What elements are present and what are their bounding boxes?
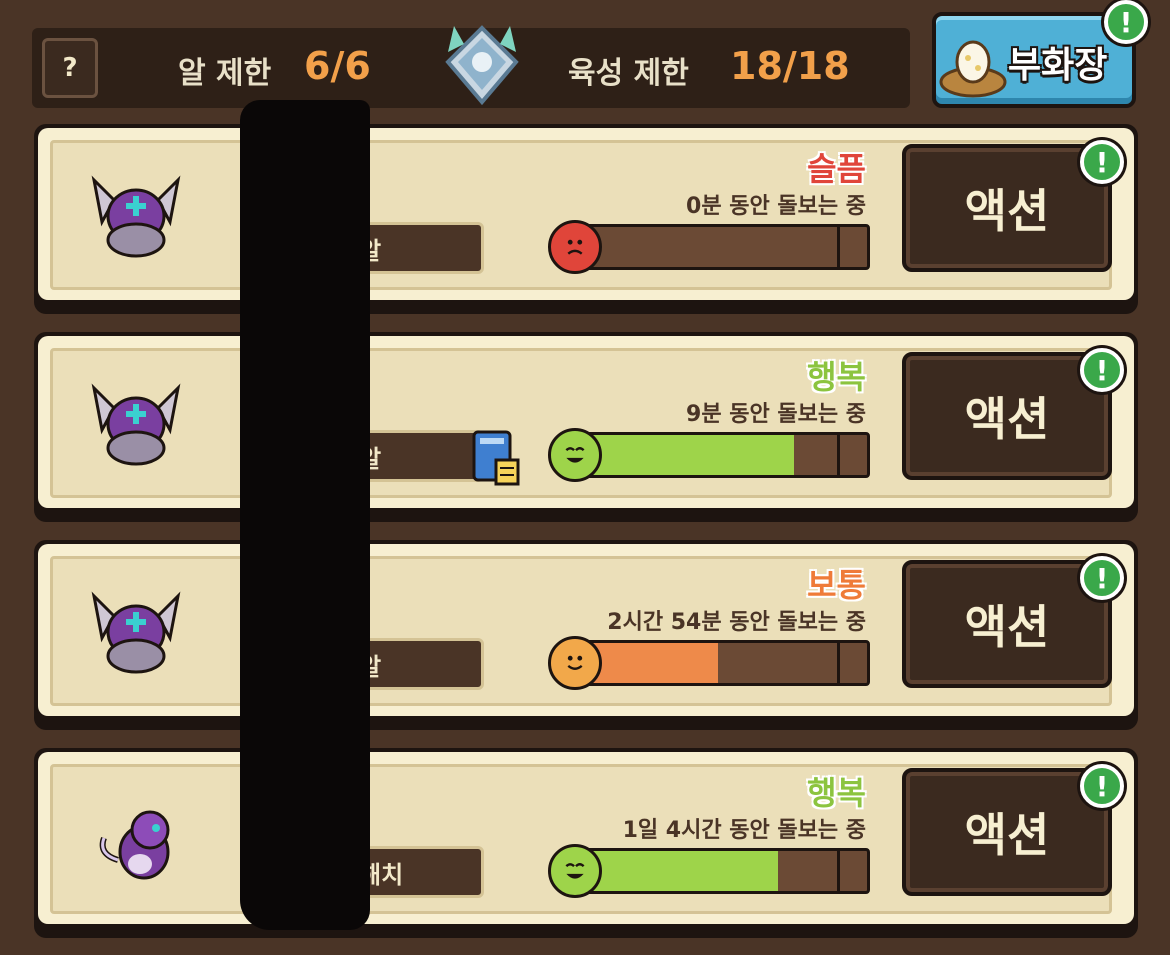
pet-card: (6 알 행복 9분 동안 돌보는 중 액션 !: [34, 332, 1138, 522]
mood-label: 행복: [807, 774, 866, 812]
rank-badge-icon: [445, 25, 519, 106]
dragon-egg-icon[interactable]: [88, 170, 184, 266]
mood-bar-divider: [837, 435, 840, 475]
incubator-label: 부화장: [1008, 45, 1108, 86]
incubator-alert-icon: !: [1104, 0, 1148, 44]
mood-bar: [564, 848, 870, 894]
mood-bar: [564, 640, 870, 686]
dragon-egg-icon[interactable]: [88, 586, 184, 682]
care-time-label: 2시간 54분 동안 돌보는 중: [607, 610, 866, 635]
mood-label: 슬픔: [807, 150, 866, 188]
action-alert-icon: !: [1080, 348, 1124, 392]
care-time-label: 1일 4시간 동안 돌보는 중: [622, 818, 866, 843]
action-alert-icon: !: [1080, 556, 1124, 600]
mood-bar: [564, 224, 870, 270]
sad-face-icon: [548, 220, 602, 274]
happy-face-icon: [548, 428, 602, 482]
raise-limit-value: 18/18: [730, 44, 850, 88]
happy-face-icon: [548, 844, 602, 898]
care-time-label: 0분 동안 돌보는 중: [686, 194, 866, 219]
egg-limit-label: 알 제한: [178, 56, 272, 91]
help-button[interactable]: ?: [42, 38, 98, 98]
pet-card: (n 알 보통 2시간 54분 동안 돌보는 중 액션 !: [34, 540, 1138, 730]
mood-bar-divider: [837, 643, 840, 683]
dragon-hatchling-icon[interactable]: [88, 794, 184, 890]
action-alert-icon: !: [1080, 764, 1124, 808]
care-time-label: 9분 동안 돌보는 중: [686, 402, 866, 427]
raise-limit-label: 육성 제한: [568, 56, 689, 91]
egg-limit-value: 6/6: [304, 44, 371, 88]
mood-label: 보통: [807, 566, 866, 604]
notebook-icon[interactable]: [470, 430, 522, 488]
action-alert-icon: !: [1080, 140, 1124, 184]
redaction-block: [240, 100, 370, 930]
mood-bar-divider: [837, 851, 840, 891]
pet-card: (u 알 슬픔 0분 동안 돌보는 중 액션 !: [34, 124, 1138, 314]
neutral-face-icon: [548, 636, 602, 690]
mood-label: 행복: [807, 358, 866, 396]
pet-card: (4 해치 행복 1일 4시간 동안 돌보는 중 액션 !: [34, 748, 1138, 938]
mood-bar-divider: [837, 227, 840, 267]
mood-bar: [564, 432, 870, 478]
egg-nest-icon: [939, 40, 1007, 98]
dragon-egg-icon[interactable]: [88, 378, 184, 474]
